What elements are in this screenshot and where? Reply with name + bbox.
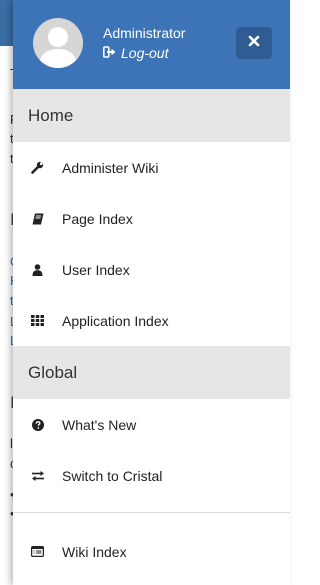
exchange-icon — [13, 470, 62, 482]
wrench-icon — [13, 161, 62, 174]
logout-link[interactable]: Log-out — [103, 45, 168, 61]
menu-item-page-index[interactable]: Page Index — [13, 193, 290, 244]
grid-icon — [13, 315, 62, 326]
menu-item-label: Application Index — [62, 312, 169, 329]
list-alt-icon — [13, 546, 62, 557]
question-circle-icon — [13, 418, 62, 431]
menu-item-user-index[interactable]: User Index — [13, 244, 290, 295]
section-header-global: Global — [13, 346, 290, 399]
drawer-header: Administrator Log-out — [13, 0, 290, 89]
close-icon — [248, 34, 260, 52]
menu-item-wiki-index[interactable]: Wiki Index — [13, 526, 290, 577]
sign-out-icon — [103, 45, 117, 61]
close-button[interactable] — [236, 27, 272, 59]
logout-label: Log-out — [121, 45, 169, 61]
menu-item-switch-to-cristal[interactable]: Switch to Cristal — [13, 450, 290, 501]
avatar[interactable] — [33, 18, 83, 68]
menu-item-label: User Index — [62, 261, 130, 278]
user-name[interactable]: Administrator — [103, 25, 185, 41]
section-header-home: Home — [13, 89, 290, 142]
book-icon — [13, 213, 62, 225]
menu-item-label: What's New — [62, 416, 137, 433]
background-header — [0, 0, 14, 46]
menu-item-application-index[interactable]: Application Index — [13, 295, 290, 346]
menu-item-label: Wiki Index — [62, 543, 127, 560]
menu-item-label: Switch to Cristal — [62, 467, 163, 484]
background-page: T F t t I C H t L L I l c • • — [0, 0, 14, 585]
menu-item-whats-new[interactable]: What's New — [13, 399, 290, 450]
menu-item-administer-wiki[interactable]: Administer Wiki — [13, 142, 290, 193]
user-silhouette-icon — [39, 27, 77, 68]
menu-item-label: Page Index — [62, 210, 133, 227]
navigation-drawer: Administrator Log-out Home Administer Wi… — [13, 0, 290, 585]
menu-item-label: Administer Wiki — [62, 159, 159, 176]
user-icon — [13, 263, 62, 276]
